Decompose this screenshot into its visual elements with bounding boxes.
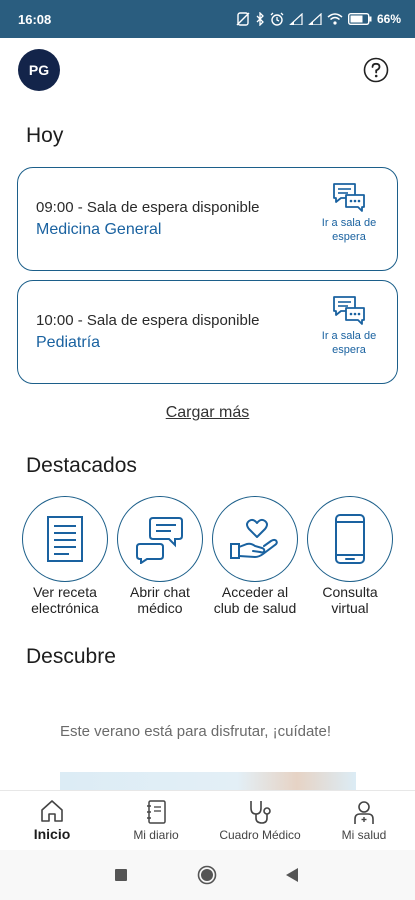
waiting-room-label: Ir a sala de espera [321,217,377,243]
stethoscope-icon [250,801,271,824]
feature-label: Consulta virtual [322,584,378,616]
appointment-specialty: Pediatría [36,334,101,351]
bluetooth-icon [256,12,264,26]
battery-percentage: 66% [376,12,401,26]
feature-label: Abrir chat médico [130,584,190,616]
feature-medical-chat[interactable]: Abrir chat médico [116,496,204,616]
alarm-icon [270,12,284,26]
section-title-today: Hoy [26,124,64,147]
home-button[interactable] [197,865,217,885]
go-to-waiting-room-button[interactable]: Ir a sala de espera [308,295,390,357]
feature-health-club[interactable]: Acceder al club de salud [211,496,299,616]
feature-e-prescription[interactable]: Ver receta electrónica [21,496,109,616]
nav-label: Mi salud [341,828,387,842]
nav-tab-my-health[interactable]: Mi salud [314,799,414,842]
nav-tab-home[interactable]: Inicio [2,799,102,842]
status-time: 16:08 [18,11,52,27]
feature-label: Ver receta electrónica [31,584,99,616]
nav-tab-diary[interactable]: Mi diario [106,799,206,842]
load-more-link[interactable]: Cargar más [0,404,415,422]
load-more-label: Cargar más [165,404,250,421]
nav-label: Mi diario [133,828,179,842]
help-circle-icon[interactable] [363,57,389,83]
feature-circle [212,496,298,582]
nav-label: Cuadro Médico [219,828,301,842]
battery-icon [347,13,372,25]
nav-tab-medical-directory[interactable]: Cuadro Médico [210,799,310,842]
waiting-room-label: Ir a sala de espera [321,330,377,356]
status-bar: 16:08 66% [0,0,415,38]
status-icons: 66% [236,12,401,26]
document-icon [47,516,83,562]
promo-card[interactable]: Este verano está para disfrutar, ¡cuídat… [60,722,360,794]
appointment-time-status: 10:00 - Sala de espera disponible [36,312,260,329]
chat-icon [136,517,183,564]
appointment-card[interactable]: 09:00 - Sala de espera disponible Medici… [17,167,398,271]
notebook-icon [147,800,166,824]
nav-label: Inicio [33,826,71,842]
smartphone-icon [335,514,365,564]
avatar-initials: PG [28,62,50,78]
promo-text: Este verano está para disfrutar, ¡cuídat… [60,723,331,740]
signal-icon [308,13,322,25]
go-to-waiting-room-button[interactable]: Ir a sala de espera [308,182,390,244]
bottom-navigation: Inicio Mi diario Cuadro Médico Mi salud [0,790,415,850]
feature-circle [22,496,108,582]
system-navigation-bar [0,850,415,900]
chat-bubbles-icon [333,183,365,212]
section-title-discover: Descubre [26,645,116,668]
appointment-card[interactable]: 10:00 - Sala de espera disponible Pediat… [17,280,398,384]
signal-icon [289,13,303,25]
chat-bubbles-icon [333,296,365,325]
appointment-specialty: Medicina General [36,221,162,238]
person-icon [354,801,374,824]
wifi-icon [327,13,343,25]
feature-circle [117,496,203,582]
no-sim-icon [236,12,250,26]
appointment-time-status: 09:00 - Sala de espera disponible [36,199,260,216]
feature-virtual-consult[interactable]: Consulta virtual [306,496,394,616]
feature-label: Acceder al club de salud [213,584,297,616]
heart-hand-icon [230,518,278,559]
section-title-highlights: Destacados [26,454,137,477]
avatar[interactable]: PG [18,49,60,91]
feature-circle [307,496,393,582]
home-icon [41,800,63,822]
back-button[interactable] [285,867,299,883]
app-header: PG [0,38,415,100]
recents-button[interactable] [114,868,128,882]
